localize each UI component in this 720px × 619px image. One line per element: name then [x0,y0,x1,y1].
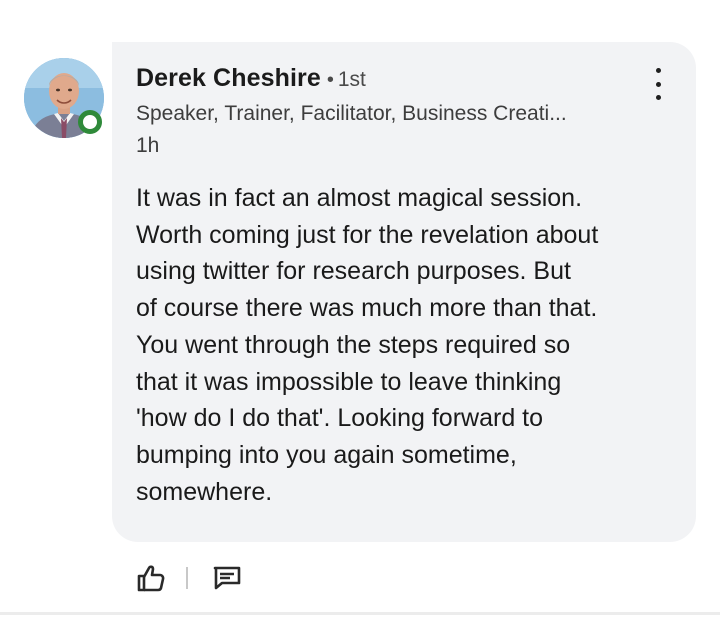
more-options-button[interactable] [646,68,670,100]
connection-degree-label: 1st [337,68,366,91]
like-button[interactable] [134,562,168,594]
author-avatar-container[interactable] [24,58,104,138]
comment-actions [134,562,244,594]
comment-text-line: of course there was much more than that. [136,294,598,323]
comment-text-line: Worth coming just for the revelation abo… [136,220,599,249]
more-options-icon [655,95,661,100]
thumbs-up-icon [137,565,165,592]
comment-text-line: You went through the steps required so [136,330,571,359]
comment-text-line: 'how do I do that'. Looking forward to [136,404,544,433]
author-row: Derek Cheshire • 1st [136,64,366,93]
bottom-divider [0,612,720,615]
comment-text: It was in fact an almost magical session… [136,180,676,510]
comment-bubble: Derek Cheshire • 1st Speaker, Trainer, Fa… [112,42,696,542]
author-name[interactable]: Derek Cheshire [136,64,321,93]
reply-button[interactable] [210,562,244,594]
comment-text-line: using twitter for research purposes. But [136,257,571,286]
comment-screen: Derek Cheshire • 1st Speaker, Trainer, Fa… [0,0,720,619]
more-options-icon [655,81,661,87]
online-status-indicator [78,110,102,134]
comment-timestamp: 1h [136,134,160,157]
comment-text-line: somewhere. [136,477,273,506]
actions-divider [186,567,188,589]
cut-off-previous-content [220,0,380,2]
comment-icon [213,566,241,590]
more-options-icon [655,68,661,73]
comment-text-line: that it was impossible to leave thinking [136,367,562,396]
comment-text-line: bumping into you again sometime, [136,440,517,469]
comment-text-line: It was in fact an almost magical session… [136,184,583,212]
author-headline: Speaker, Trainer, Facilitator, Business … [136,102,567,125]
connection-separator: • [326,69,334,91]
connection-degree: • 1st [327,68,366,92]
